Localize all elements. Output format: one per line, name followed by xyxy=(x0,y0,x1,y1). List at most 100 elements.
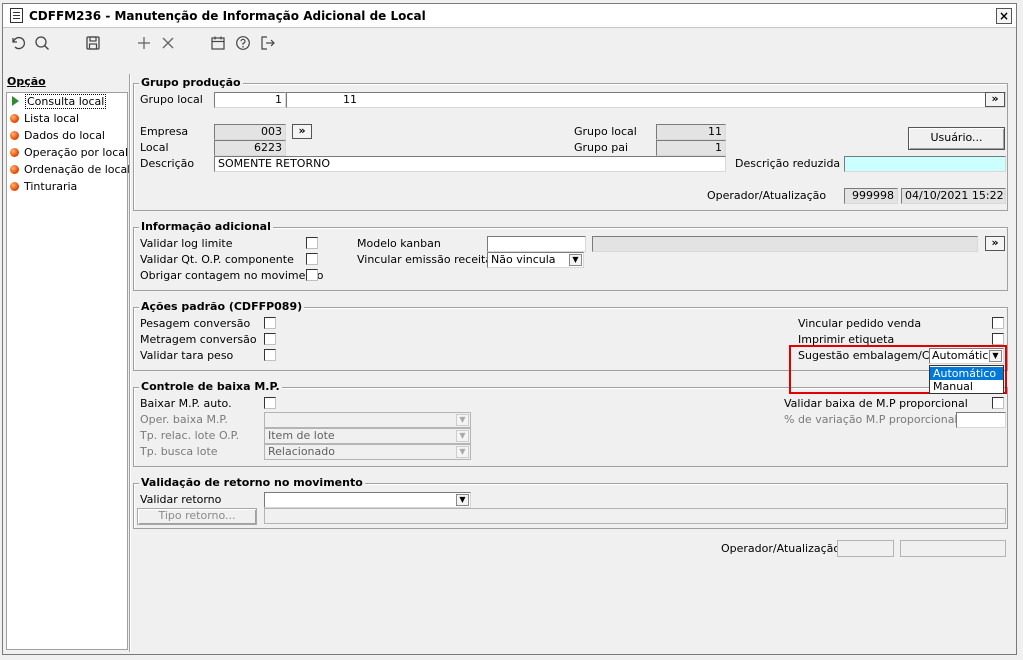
panel-divider xyxy=(129,74,131,652)
footer-operador-label: Operador/Atualização xyxy=(721,542,841,555)
validar-retorno-select[interactable]: ▼ xyxy=(264,492,471,508)
grupo-local-right-field[interactable]: 11 xyxy=(656,124,726,140)
title-bar: CDFFM236 - Manutenção de Informação Adic… xyxy=(3,4,1016,28)
usuario-button[interactable]: Usuário... xyxy=(908,127,1005,150)
grupo-local-1-field[interactable]: 1 xyxy=(214,92,286,108)
opcao-item-label: Consulta local xyxy=(25,94,107,109)
controle-baixa-title: Controle de baixa M.P. xyxy=(139,380,282,393)
calendar-icon[interactable] xyxy=(208,33,228,53)
pesagem-conversao-checkbox[interactable] xyxy=(264,317,276,329)
validar-qt-op-checkbox[interactable] xyxy=(306,253,318,265)
tp-busca-lote-select[interactable]: Relacionado ▼ xyxy=(264,444,471,460)
undo-icon[interactable] xyxy=(8,33,28,53)
sugestao-embalagem-label: Sugestão embalagem/CAP xyxy=(798,349,944,362)
close-button[interactable]: × xyxy=(996,8,1012,24)
play-arrow-icon xyxy=(12,96,19,106)
opcao-item-dados-local[interactable]: Dados do local xyxy=(10,129,105,145)
opcao-item-label: Lista local xyxy=(24,112,80,125)
oper-baixa-label: Oper. baixa M.P. xyxy=(140,413,228,426)
local-label: Local xyxy=(140,141,169,154)
opcao-item-label: Ordenação de local xyxy=(24,163,131,176)
descricao-field[interactable]: SOMENTE RETORNO xyxy=(214,156,726,172)
grupo-pai-label: Grupo pai xyxy=(574,141,629,154)
dropdown-option-manual[interactable]: Manual xyxy=(930,380,1003,393)
validar-baixa-proporcional-label: Validar baixa de M.P proporcional xyxy=(784,397,968,410)
vincular-emissao-select[interactable]: Não vincula ▼ xyxy=(487,252,584,268)
local-field[interactable]: 6223 xyxy=(214,140,286,156)
document-icon xyxy=(10,8,23,23)
operador-atualizacao-label: Operador/Atualização xyxy=(707,189,827,202)
help-icon[interactable] xyxy=(233,33,253,53)
modelo-kanban-field[interactable] xyxy=(487,236,586,252)
vincular-pedido-checkbox[interactable] xyxy=(992,317,1004,329)
modelo-kanban-description-field xyxy=(592,236,978,252)
orange-bullet-icon xyxy=(10,131,19,140)
grupo-local-2-field[interactable]: 11 xyxy=(286,92,1006,108)
empresa-lookup-button[interactable]: » xyxy=(292,124,312,139)
exit-icon[interactable] xyxy=(258,33,278,53)
validacao-retorno-title: Validação de retorno no movimento xyxy=(139,476,365,489)
tp-relac-lote-select[interactable]: Item de lote ▼ xyxy=(264,428,471,444)
obrigar-contagem-checkbox[interactable] xyxy=(306,269,318,281)
imprimir-etiqueta-checkbox[interactable] xyxy=(992,333,1004,345)
baixar-mp-auto-checkbox[interactable] xyxy=(264,397,276,409)
vincular-emissao-label: Vincular emissão receita xyxy=(357,253,493,266)
sugestao-embalagem-value: Automático xyxy=(932,349,996,362)
opcao-item-label: Dados do local xyxy=(24,129,105,142)
dropdown-option-automatico[interactable]: Automático xyxy=(930,367,1003,380)
opcao-item-label: Tinturaria xyxy=(24,180,78,193)
validar-retorno-label: Validar retorno xyxy=(140,493,222,506)
orange-bullet-icon xyxy=(10,182,19,191)
operador-field: 999998 xyxy=(844,188,898,204)
baixar-mp-auto-label: Baixar M.P. auto. xyxy=(140,397,232,410)
tipo-retorno-button[interactable]: Tipo retorno... xyxy=(137,508,257,525)
sugestao-embalagem-select[interactable]: Automático ▼ xyxy=(929,348,1004,364)
tp-relac-lote-label: Tp. relac. lote O.P. xyxy=(140,429,240,442)
chevron-down-icon[interactable]: ▼ xyxy=(456,414,469,426)
grupo-local-lookup-button[interactable]: » xyxy=(985,92,1005,107)
tp-busca-lote-value: Relacionado xyxy=(268,445,335,458)
modelo-kanban-label: Modelo kanban xyxy=(357,237,441,250)
tp-relac-lote-value: Item de lote xyxy=(268,429,335,442)
opcao-label: Opção xyxy=(7,75,46,88)
metragem-conversao-checkbox[interactable] xyxy=(264,333,276,345)
chevron-down-icon[interactable]: ▼ xyxy=(456,430,469,442)
footer-atualizacao-field xyxy=(900,540,1006,557)
informacao-adicional-title: Informação adicional xyxy=(139,220,273,233)
grupo-producao-title: Grupo produção xyxy=(139,76,243,89)
chevron-down-icon[interactable]: ▼ xyxy=(989,350,1002,362)
add-icon[interactable] xyxy=(134,33,154,53)
window-title: CDFFM236 - Manutenção de Informação Adic… xyxy=(29,9,426,23)
obrigar-contagem-label: Obrigar contagem no movimento xyxy=(140,269,324,282)
validar-qt-op-label: Validar Qt. O.P. componente xyxy=(140,253,294,266)
validar-log-limite-checkbox[interactable] xyxy=(306,237,318,249)
opcao-panel: Opção Consulta local Lista local Dados d… xyxy=(3,74,130,650)
opcao-item-ordenacao-local[interactable]: Ordenação de local xyxy=(10,163,130,179)
modelo-kanban-lookup-button[interactable]: » xyxy=(985,236,1005,251)
empresa-label: Empresa xyxy=(140,125,189,138)
orange-bullet-icon xyxy=(10,148,19,157)
validar-baixa-proporcional-checkbox[interactable] xyxy=(992,397,1004,409)
validar-tara-label: Validar tara peso xyxy=(140,349,234,362)
opcao-item-tinturaria[interactable]: Tinturaria xyxy=(10,180,77,196)
grupo-pai-field[interactable]: 1 xyxy=(656,140,726,156)
opcao-item-operacao-local[interactable]: Operação por local xyxy=(10,146,128,162)
pesagem-conversao-label: Pesagem conversão xyxy=(140,317,251,330)
validar-tara-checkbox[interactable] xyxy=(264,349,276,361)
grupo-local-label: Grupo local xyxy=(140,93,203,106)
variacao-mp-field[interactable] xyxy=(956,412,1006,428)
grupo-local-right-label: Grupo local xyxy=(574,125,637,138)
opcao-item-lista-local[interactable]: Lista local xyxy=(10,112,79,128)
footer-operador-field xyxy=(837,540,894,557)
sugestao-embalagem-dropdown: Automático Manual xyxy=(929,365,1004,394)
opcao-item-consulta-local[interactable]: Consulta local xyxy=(10,94,107,111)
oper-baixa-select[interactable]: ▼ xyxy=(264,412,471,428)
save-icon[interactable] xyxy=(83,33,103,53)
empresa-field[interactable]: 003 xyxy=(214,124,286,140)
chevron-down-icon[interactable]: ▼ xyxy=(456,494,469,506)
chevron-down-icon[interactable]: ▼ xyxy=(456,446,469,458)
descricao-reduzida-field[interactable] xyxy=(844,156,1006,172)
chevron-down-icon[interactable]: ▼ xyxy=(569,254,582,266)
delete-icon[interactable] xyxy=(158,33,178,53)
search-icon[interactable] xyxy=(32,33,52,53)
